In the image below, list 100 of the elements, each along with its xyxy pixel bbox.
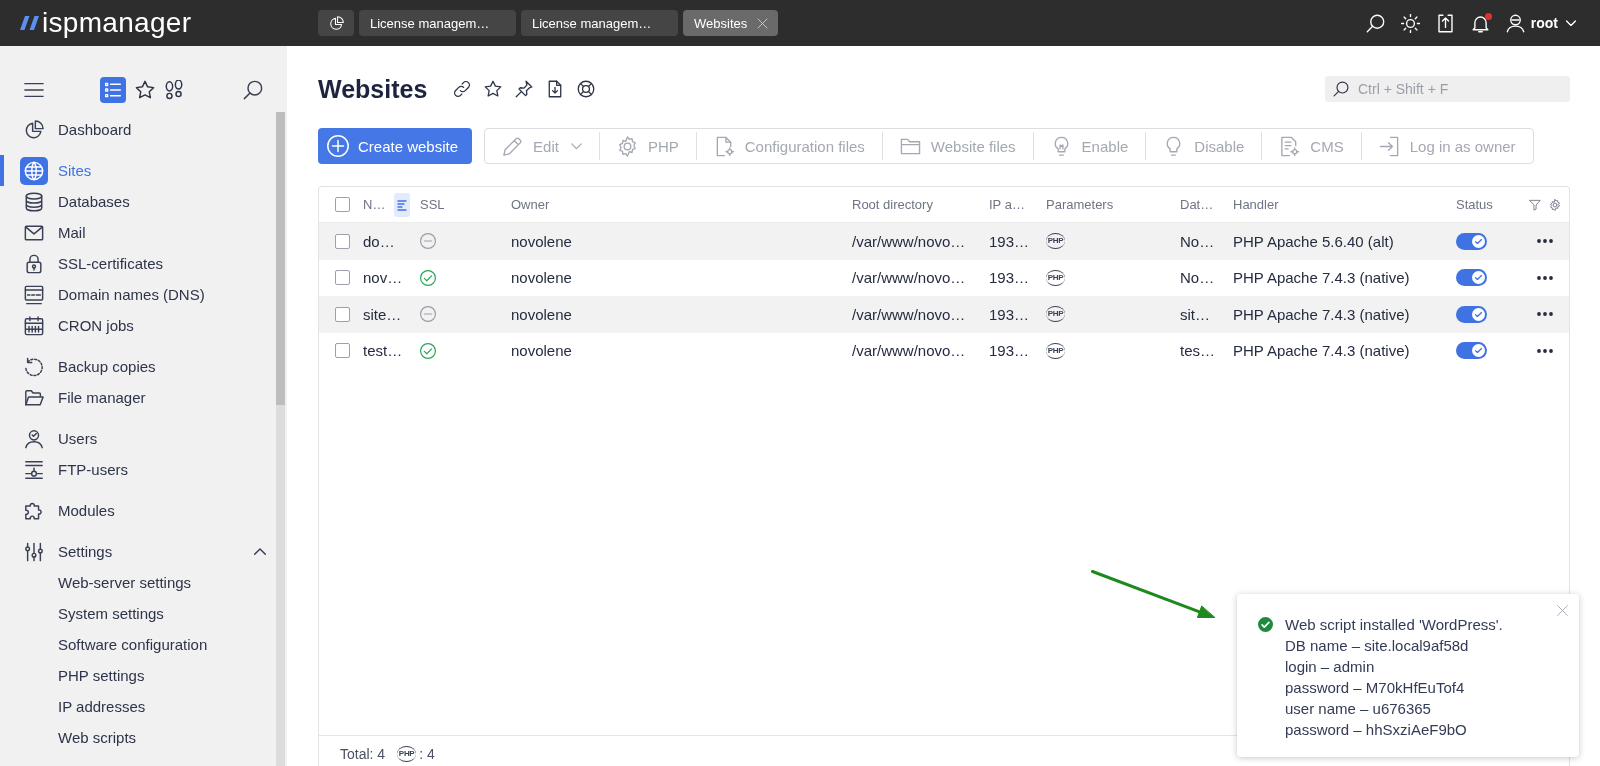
star-icon[interactable]: [484, 80, 503, 98]
toggle-switch[interactable]: [1456, 269, 1487, 287]
search-icon[interactable]: [243, 80, 263, 100]
more-icon[interactable]: [1536, 348, 1553, 353]
pencil-icon: [502, 135, 524, 157]
sidebar-item[interactable]: Databases: [0, 186, 276, 217]
checkbox[interactable]: [335, 233, 350, 249]
column-header[interactable]: Root directory: [852, 197, 933, 212]
sidebar-item[interactable]: Domain names (DNS): [0, 279, 276, 310]
search-field[interactable]: Ctrl + Shift + F: [1325, 76, 1570, 102]
sidebar-item[interactable]: Web scripts: [0, 722, 276, 753]
scrollbar[interactable]: [276, 112, 285, 766]
sidebar-item[interactable]: System settings: [0, 598, 276, 629]
filter-icon[interactable]: [1528, 198, 1541, 211]
sort-icon[interactable]: [394, 192, 411, 217]
php-badge: PHP: [1046, 306, 1065, 323]
sidebar-item[interactable]: PHP settings: [0, 660, 276, 691]
sidebar-item[interactable]: Backup copies: [0, 351, 276, 382]
table-cell: do…: [363, 232, 395, 250]
user-icon: [1505, 13, 1525, 33]
caret-icon[interactable]: [254, 547, 266, 556]
checkbox[interactable]: [335, 343, 350, 359]
search-icon[interactable]: [1365, 13, 1385, 33]
logo-text: ispmanager: [42, 7, 192, 39]
sliders-icon: [24, 541, 44, 562]
checkbox[interactable]: [335, 197, 350, 212]
table-cell: PHP Apache 7.4.3 (native): [1233, 342, 1410, 360]
lifebuoy-icon[interactable]: [577, 80, 596, 98]
dashboard-tab[interactable]: [318, 10, 354, 36]
checkbox[interactable]: [335, 306, 350, 322]
page-title: Websites: [318, 74, 428, 104]
gear-icon: [616, 135, 638, 157]
php-count: : 4: [419, 745, 435, 762]
tab[interactable]: Websites: [683, 10, 779, 36]
more-icon[interactable]: [1536, 239, 1553, 244]
caret-icon: [570, 143, 582, 149]
tab[interactable]: License managem…: [359, 10, 516, 36]
toggle-switch[interactable]: [1456, 305, 1487, 323]
tab[interactable]: License managem…: [521, 10, 678, 36]
user-menu-button[interactable]: root: [1505, 10, 1576, 36]
scrollbar-thumb[interactable]: [276, 112, 285, 405]
toggle-switch[interactable]: [1456, 232, 1487, 250]
php-badge: PHP: [1046, 269, 1065, 286]
star-icon[interactable]: [135, 80, 155, 100]
sidebar-item[interactable]: FTP-users: [0, 454, 276, 485]
notification-text: Web script installed 'WordPress'.: [1285, 615, 1503, 635]
table-cell: PHP Apache 7.4.3 (native): [1233, 305, 1410, 323]
search-icon: [1333, 81, 1349, 97]
more-icon[interactable]: [1536, 275, 1553, 280]
column-header[interactable]: Handler: [1233, 197, 1279, 212]
primary-button[interactable]: Create website: [318, 128, 473, 164]
sidebar-item[interactable]: SSL-certificates: [0, 248, 276, 279]
checkbox[interactable]: [335, 270, 350, 286]
column-header[interactable]: Status: [1456, 197, 1493, 212]
sidebar-item[interactable]: Modules: [0, 495, 276, 526]
bell-icon[interactable]: [1470, 13, 1490, 33]
pie-chart-icon: [24, 119, 44, 140]
table-cell: site…: [363, 305, 402, 323]
total-count: Total: 4: [340, 745, 386, 762]
pin-icon[interactable]: [515, 80, 534, 98]
logo-mark-icon: [20, 16, 39, 30]
check-icon: [1475, 348, 1482, 354]
table-cell: novolene: [511, 342, 572, 360]
list-icon[interactable]: [100, 77, 126, 103]
sidebar-item[interactable]: Web-server settings: [0, 567, 276, 598]
check-icon: [1475, 275, 1482, 281]
notification-text: user name – u676365: [1285, 699, 1432, 719]
user-icon: [24, 428, 44, 449]
sidebar-item[interactable]: Software configuration: [0, 629, 276, 660]
sun-icon[interactable]: [1400, 13, 1420, 33]
column-header[interactable]: IP a…: [989, 197, 1025, 212]
settings-icon[interactable]: [1548, 198, 1561, 211]
column-header[interactable]: Dat…: [1180, 197, 1214, 212]
check-circle-icon: [1258, 617, 1273, 632]
sidebar-item[interactable]: Users: [0, 423, 276, 454]
sidebar-item[interactable]: Dashboard: [0, 114, 276, 145]
menu-icon[interactable]: [24, 80, 44, 100]
table-cell: test…: [363, 342, 403, 360]
upload-icon[interactable]: [1435, 13, 1455, 33]
php-badge: PHP: [1046, 342, 1065, 359]
toggle-switch[interactable]: [1456, 342, 1487, 360]
table-cell: /var/www/novo…: [852, 305, 966, 323]
table-cell: PHP Apache 5.6.40 (alt): [1233, 232, 1394, 250]
sidebar-item[interactable]: CRON jobs: [0, 310, 276, 341]
notification-text: DB name – site.local9af58d: [1285, 636, 1470, 656]
column-header[interactable]: N…: [363, 197, 386, 212]
table-cell: novolene: [511, 269, 572, 287]
footprints-icon[interactable]: [164, 80, 184, 100]
column-header[interactable]: Owner: [511, 197, 550, 212]
column-header[interactable]: SSL: [420, 197, 445, 212]
more-icon[interactable]: [1536, 312, 1553, 317]
circular-arrow-icon: [24, 356, 44, 377]
sidebar-item[interactable]: Settings: [0, 536, 276, 567]
link-icon[interactable]: [453, 80, 472, 98]
column-header[interactable]: Parameters: [1046, 197, 1114, 212]
table-cell: No…: [1180, 232, 1215, 250]
sidebar-item[interactable]: IP addresses: [0, 691, 276, 722]
sidebar-item[interactable]: File manager: [0, 382, 276, 413]
sidebar-item[interactable]: Mail: [0, 217, 276, 248]
table-cell: /var/www/novo…: [852, 269, 966, 287]
